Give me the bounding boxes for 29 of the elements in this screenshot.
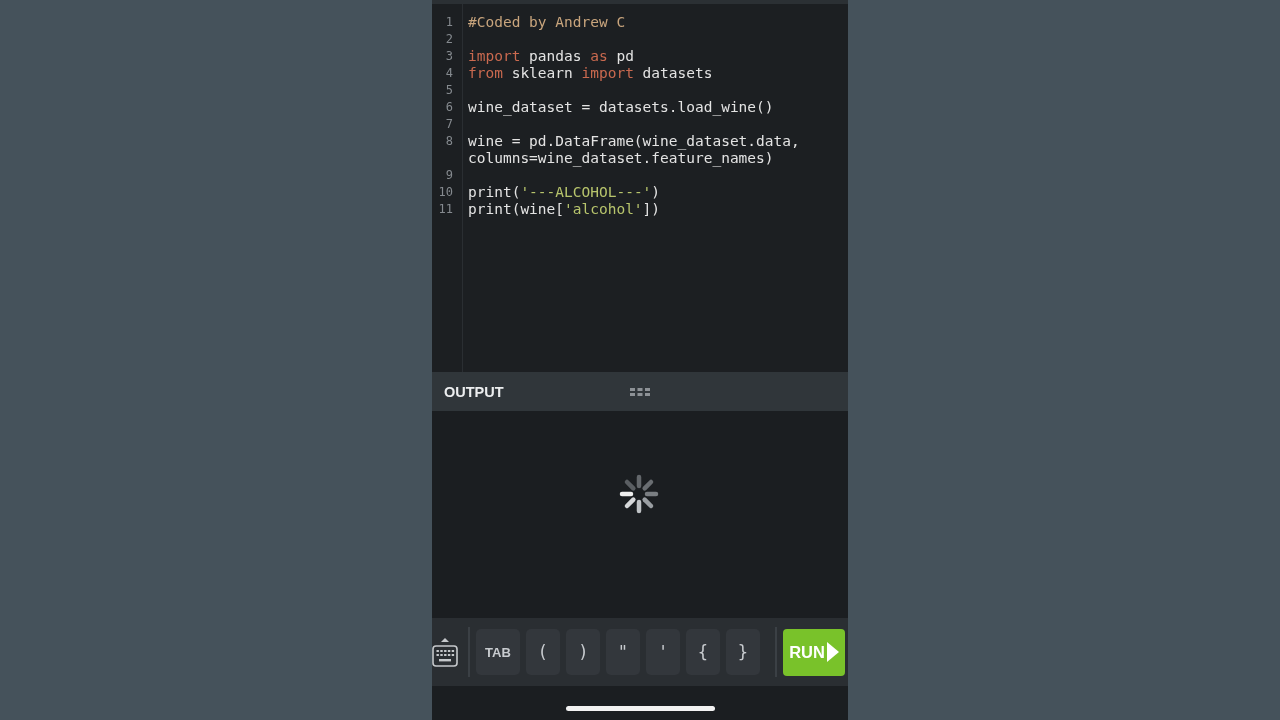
output-title: OUTPUT bbox=[444, 383, 504, 400]
code-line: from sklearn import datasets bbox=[468, 65, 713, 82]
code-line: import pandas as pd bbox=[468, 48, 634, 65]
code-line: wine = pd.DataFrame(wine_dataset.data, columns=wine_dataset.feature_names) bbox=[468, 133, 801, 167]
key-button[interactable]: ' bbox=[646, 629, 680, 675]
line-number: 6 bbox=[445, 99, 454, 116]
key-button[interactable]: TAB bbox=[476, 629, 520, 675]
line-number: 4 bbox=[445, 65, 454, 82]
code-line: #Coded by Andrew C bbox=[468, 14, 626, 31]
key-button[interactable]: ( bbox=[526, 629, 560, 675]
line-number: 7 bbox=[445, 116, 454, 133]
line-number: 11 bbox=[438, 201, 454, 218]
line-number: 8 bbox=[445, 133, 454, 150]
key-button[interactable]: ) bbox=[566, 629, 600, 675]
line-number: 1 bbox=[445, 14, 454, 31]
key-button[interactable]: } bbox=[726, 629, 760, 675]
line-number: 9 bbox=[445, 167, 454, 184]
play-icon bbox=[826, 642, 839, 662]
code-line: print('---ALCOHOL---') bbox=[468, 184, 661, 201]
key-button[interactable]: { bbox=[686, 629, 720, 675]
keyboard-icon[interactable] bbox=[432, 638, 458, 668]
grip-icon[interactable] bbox=[630, 387, 650, 396]
key-button[interactable]: " bbox=[606, 629, 640, 675]
code-line: wine_dataset = datasets.load_wine() bbox=[468, 99, 774, 116]
code-line: print(wine['alcohol']) bbox=[468, 201, 661, 218]
line-number: 5 bbox=[445, 82, 454, 99]
line-number: 10 bbox=[438, 184, 454, 201]
line-number: 3 bbox=[445, 48, 454, 65]
line-number: 2 bbox=[445, 31, 454, 48]
